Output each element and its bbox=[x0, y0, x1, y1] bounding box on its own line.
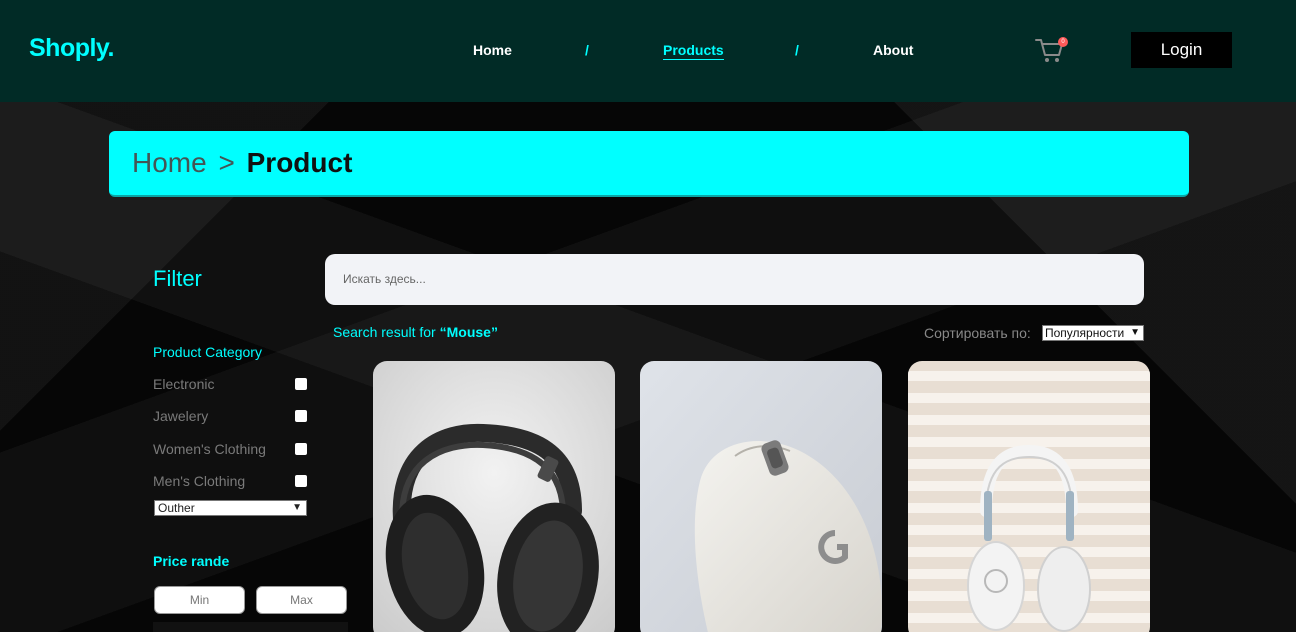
price-min-input[interactable]: Min bbox=[154, 586, 245, 614]
price-range-title: Price rande bbox=[153, 553, 230, 569]
logo[interactable]: Shoply. bbox=[29, 34, 114, 63]
price-range-bar bbox=[153, 622, 348, 632]
breadcrumb-current: Product bbox=[246, 147, 353, 178]
search-result-prefix: Search result for bbox=[333, 324, 440, 340]
sort-select[interactable]: Популярности ▼ bbox=[1042, 325, 1144, 341]
other-category-value: Outher bbox=[158, 501, 195, 515]
product-card-1[interactable] bbox=[373, 361, 615, 632]
category-label-jewelery: Jawelery bbox=[153, 408, 209, 424]
category-title: Product Category bbox=[153, 344, 262, 360]
nav-separator: / bbox=[585, 42, 589, 58]
category-label-womens-clothing: Women's Clothing bbox=[153, 441, 266, 457]
top-navbar: Shoply. Home / Products / About 0 Login bbox=[0, 0, 1296, 102]
search-input[interactable]: Искать здесь... bbox=[325, 254, 1144, 305]
nav-home[interactable]: Home bbox=[473, 42, 512, 58]
sort-selected-value: Популярности bbox=[1045, 326, 1125, 340]
sort-label: Сортировать по: bbox=[924, 325, 1031, 341]
filter-title: Filter bbox=[153, 266, 202, 291]
login-button[interactable]: Login bbox=[1131, 32, 1232, 68]
chevron-down-icon: ▼ bbox=[1130, 327, 1140, 338]
category-label-mens-clothing: Men's Clothing bbox=[153, 473, 246, 489]
breadcrumb: Home > Product bbox=[109, 131, 1189, 197]
category-checkbox-electronic[interactable] bbox=[295, 378, 307, 390]
category-checkbox-womens-clothing[interactable] bbox=[295, 443, 307, 455]
breadcrumb-separator: > bbox=[218, 147, 235, 178]
headphones-black-image bbox=[373, 361, 615, 632]
breadcrumb-home[interactable]: Home bbox=[132, 147, 207, 178]
search-query: “Mouse” bbox=[439, 324, 498, 340]
chevron-down-icon: ▼ bbox=[292, 502, 302, 513]
nav-separator: / bbox=[795, 42, 799, 58]
product-card-2[interactable] bbox=[640, 361, 882, 632]
category-checkbox-mens-clothing[interactable] bbox=[295, 475, 307, 487]
search-result-text: Search result for “Mouse” bbox=[333, 324, 498, 340]
mouse-white-image bbox=[640, 361, 882, 632]
category-label-electronic: Electronic bbox=[153, 376, 215, 392]
nav-about[interactable]: About bbox=[873, 42, 913, 58]
product-card-3[interactable] bbox=[908, 361, 1150, 632]
cart-count-badge: 0 bbox=[1058, 37, 1068, 47]
other-category-select[interactable]: Outher ▼ bbox=[154, 500, 307, 516]
category-checkbox-jewelery[interactable] bbox=[295, 410, 307, 422]
headphones-white-image bbox=[908, 361, 1150, 632]
price-max-input[interactable]: Max bbox=[256, 586, 347, 614]
nav-products[interactable]: Products bbox=[663, 42, 724, 60]
